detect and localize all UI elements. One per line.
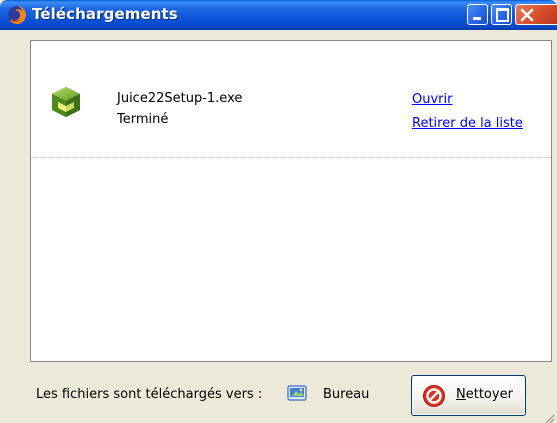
destination-label: Les fichiers sont téléchargés vers : — [36, 387, 263, 402]
clean-up-button[interactable]: Nettoyer — [411, 375, 526, 416]
clean-up-button-label: Nettoyer — [456, 387, 513, 402]
firefox-icon — [7, 5, 27, 25]
installer-package-icon — [49, 85, 83, 119]
list-item[interactable]: Juice22Setup-1.exe Terminé Ouvrir Retire… — [31, 41, 551, 158]
download-list[interactable]: Juice22Setup-1.exe Terminé Ouvrir Retire… — [30, 40, 552, 362]
remove-from-list-link[interactable]: Retirer de la liste — [412, 116, 523, 131]
download-filename: Juice22Setup-1.exe — [117, 91, 243, 106]
resize-grip-icon[interactable] — [543, 409, 555, 423]
forbidden-icon — [422, 384, 446, 408]
minimize-button[interactable] — [467, 4, 488, 25]
destination-folder[interactable]: Bureau — [323, 387, 369, 402]
open-link[interactable]: Ouvrir — [412, 92, 452, 107]
window-title: Téléchargements — [32, 5, 178, 23]
download-status: Terminé — [117, 112, 169, 127]
desktop-folder-icon[interactable] — [287, 384, 307, 402]
close-icon — [520, 8, 534, 22]
title-bar[interactable]: Téléchargements — [0, 0, 557, 30]
downloads-window: Téléchargements Juice22Setup-1.exe Termi… — [0, 0, 557, 423]
maximize-button[interactable] — [491, 4, 512, 25]
close-button[interactable] — [515, 4, 557, 25]
